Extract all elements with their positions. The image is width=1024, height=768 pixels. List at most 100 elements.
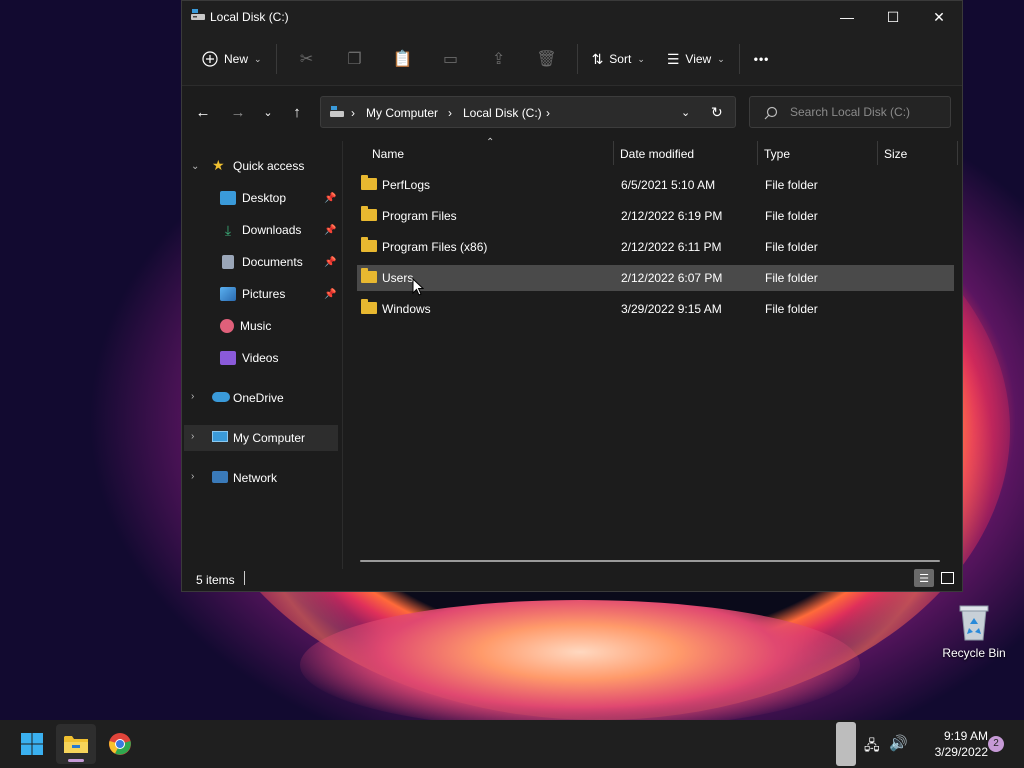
taskbar: 🖧 🔊 9:19 AM 3/29/2022: [0, 720, 1024, 768]
column-resizer[interactable]: [957, 141, 958, 165]
close-button[interactable]: ✕: [916, 1, 962, 33]
new-button[interactable]: New ⌄: [194, 43, 270, 75]
file-date: 6/5/2021 5:10 AM: [621, 178, 716, 192]
address-field[interactable]: › My Computer › Local Disk (C:) › ⌄ ↻: [320, 96, 736, 128]
recent-locations-button[interactable]: ⌄: [256, 100, 280, 124]
file-row-selected[interactable]: Users 2/12/2022 6:07 PM File folder: [357, 265, 954, 296]
nav-item-documents[interactable]: Documents 📌: [220, 249, 342, 275]
paste-button[interactable]: 📋: [379, 43, 427, 75]
search-input[interactable]: [788, 104, 942, 120]
details-view-button[interactable]: ☰: [914, 569, 934, 587]
nav-item-music[interactable]: Music: [220, 313, 342, 339]
file-type: File folder: [765, 209, 818, 223]
file-row[interactable]: Windows 3/29/2022 9:15 AM File folder: [357, 296, 954, 322]
file-explorer-taskbar-button[interactable]: [56, 724, 96, 764]
column-header-type[interactable]: Type: [764, 147, 790, 161]
pin-icon[interactable]: 📌: [324, 193, 336, 204]
start-button[interactable]: [12, 724, 52, 764]
up-button[interactable]: ↑: [285, 100, 309, 124]
computer-icon: [212, 431, 228, 442]
view-button[interactable]: ☰ View ⌄: [659, 43, 733, 75]
sort-ascending-icon: ⌃: [486, 137, 495, 148]
column-header-date[interactable]: Date modified: [620, 147, 694, 161]
videos-icon: [220, 351, 236, 365]
copy-icon: ❐: [347, 51, 362, 68]
nav-my-computer-label: My Computer: [233, 431, 306, 445]
chevron-down-icon: ⌄: [637, 53, 645, 64]
file-row[interactable]: Program Files (x86) 2/12/2022 6:11 PM Fi…: [357, 234, 954, 260]
column-header-size[interactable]: Size: [884, 147, 907, 161]
desktop-icon-recycle-bin[interactable]: Recycle Bin: [936, 600, 1012, 660]
breadcrumb-separator: ›: [351, 106, 355, 120]
column-resizer[interactable]: [877, 141, 878, 165]
toolbar-divider: [275, 44, 277, 74]
refresh-button[interactable]: ↻: [711, 104, 723, 121]
star-icon: ★: [212, 157, 225, 173]
clock-date: 3/29/2022: [934, 745, 988, 759]
column-resizer[interactable]: [757, 141, 758, 165]
column-resizer[interactable]: [613, 141, 614, 165]
status-divider: [244, 571, 245, 585]
drive-icon: [330, 106, 344, 117]
nav-item-pictures[interactable]: Pictures 📌: [220, 281, 342, 307]
thumbnail-view-button[interactable]: [938, 569, 956, 587]
horizontal-scrollbar[interactable]: [360, 560, 940, 562]
file-type: File folder: [765, 302, 818, 316]
view-icon: ☰: [666, 50, 680, 67]
delete-button[interactable]: 🗑: [523, 43, 571, 75]
file-name: Program Files (x86): [382, 240, 488, 254]
notification-badge[interactable]: 2: [988, 736, 1004, 752]
folder-icon: [361, 268, 377, 283]
rename-button[interactable]: ▭: [427, 43, 475, 75]
nav-item-videos[interactable]: Videos: [220, 345, 342, 371]
minimize-button[interactable]: —: [824, 1, 870, 33]
nav-item-downloads[interactable]: ⤓ Downloads 📌: [220, 217, 342, 243]
more-options-button[interactable]: •••: [746, 43, 778, 75]
pin-icon[interactable]: 📌: [324, 225, 336, 236]
file-row[interactable]: Program Files 2/12/2022 6:19 PM File fol…: [357, 203, 954, 229]
title-bar[interactable]: Local Disk (C:) — ☐ ✕: [182, 1, 962, 33]
address-history-button[interactable]: ⌄: [681, 106, 690, 119]
search-icon: [764, 106, 778, 120]
close-icon: ✕: [933, 8, 945, 25]
nav-network[interactable]: › Network: [182, 465, 342, 491]
breadcrumb-local-disk[interactable]: Local Disk (C:): [463, 106, 542, 120]
search-box[interactable]: [749, 96, 951, 128]
network-status-icon[interactable]: 🖧: [864, 735, 880, 759]
nav-my-computer[interactable]: › My Computer: [184, 425, 338, 451]
nav-item-label: Videos: [242, 351, 279, 365]
chrome-taskbar-button[interactable]: [100, 724, 140, 764]
breadcrumb-my-computer[interactable]: My Computer: [366, 106, 438, 120]
nav-item-desktop[interactable]: Desktop 📌: [220, 185, 342, 211]
show-hidden-icons-button[interactable]: [836, 722, 856, 766]
file-type: File folder: [765, 240, 818, 254]
nav-onedrive[interactable]: › OneDrive: [182, 385, 342, 411]
file-date: 2/12/2022 6:11 PM: [621, 240, 722, 254]
maximize-button[interactable]: ☐: [870, 1, 916, 33]
share-button[interactable]: ⇪: [475, 43, 523, 75]
recycle-bin-label: Recycle Bin: [942, 646, 1006, 660]
forward-button[interactable]: →: [226, 100, 250, 124]
file-type: File folder: [765, 178, 818, 192]
details-view-icon: ☰: [919, 572, 929, 585]
volume-icon[interactable]: 🔊: [889, 734, 908, 752]
folder-icon: [361, 299, 377, 314]
pin-icon[interactable]: 📌: [324, 289, 336, 300]
column-header-name[interactable]: Name: [372, 147, 404, 161]
nav-quick-access[interactable]: ⌄ ★ Quick access: [182, 153, 342, 179]
clock[interactable]: 9:19 AM 3/29/2022: [908, 728, 988, 760]
sort-label: Sort: [609, 52, 632, 66]
rename-icon: ▭: [443, 51, 459, 68]
minimize-icon: —: [840, 9, 854, 25]
cut-button[interactable]: ✂: [283, 43, 331, 75]
chevron-down-icon: ⌄: [254, 53, 262, 64]
trash-icon: 🗑: [536, 51, 557, 68]
sort-button[interactable]: ⇅ Sort ⌄: [584, 43, 653, 75]
toolbar-divider: [738, 44, 740, 74]
scissors-icon: ✂: [299, 51, 314, 68]
copy-button[interactable]: ❐: [331, 43, 379, 75]
file-row[interactable]: PerfLogs 6/5/2021 5:10 AM File folder: [357, 172, 954, 198]
back-button[interactable]: ←: [191, 100, 215, 124]
pin-icon[interactable]: 📌: [324, 257, 336, 268]
network-icon: [212, 471, 228, 483]
